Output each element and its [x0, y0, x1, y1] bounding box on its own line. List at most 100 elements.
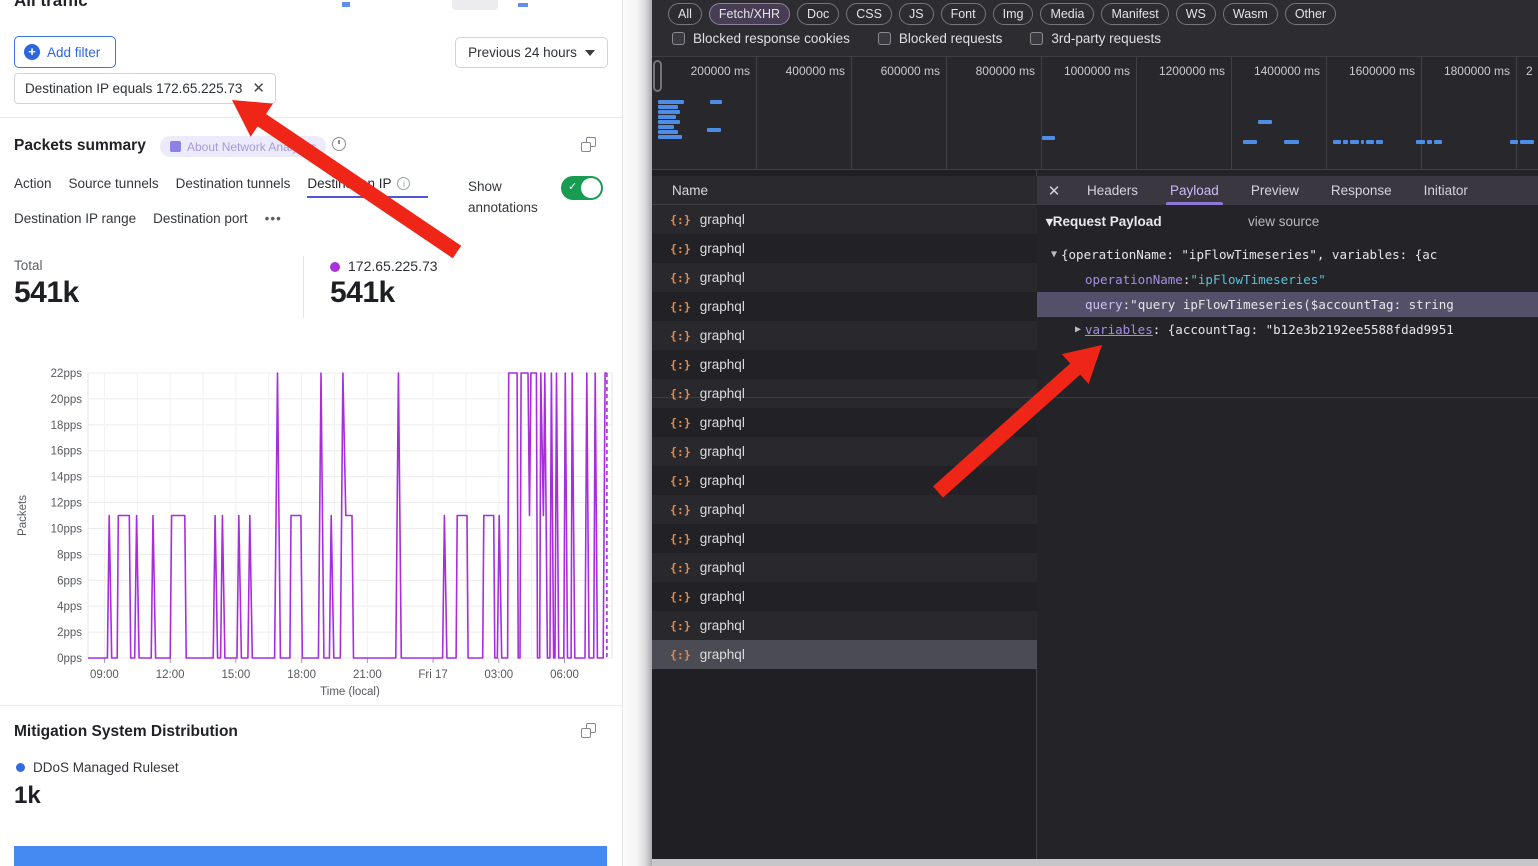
graphql-json-icon: {:}: [670, 503, 691, 517]
timeline-drag-handle[interactable]: [653, 60, 662, 92]
payload-token: query: [1085, 297, 1123, 312]
panel-gap-scroll-area: [622, 0, 652, 866]
expand-icon[interactable]: [581, 137, 596, 152]
checkbox-blocked-requests[interactable]: Blocked requests: [878, 31, 1003, 46]
filter-chip[interactable]: Destination IP equals 172.65.225.73 ✕: [14, 73, 276, 104]
graphql-json-icon: {:}: [670, 619, 691, 633]
checkbox-icon[interactable]: [1030, 32, 1043, 45]
request-row-graphql[interactable]: {:}graphql: [652, 234, 1037, 263]
request-row-graphql[interactable]: {:}graphql: [652, 263, 1037, 292]
request-name: graphql: [700, 386, 745, 401]
graphql-json-icon: {:}: [670, 358, 691, 372]
checkbox-label: 3rd-party requests: [1051, 31, 1161, 46]
detail-tab-headers[interactable]: Headers: [1071, 176, 1154, 205]
request-row-graphql[interactable]: {:}graphql: [652, 553, 1037, 582]
payload-line[interactable]: operationName: "ipFlowTimeseries": [1037, 267, 1538, 292]
expand-icon[interactable]: [581, 723, 596, 738]
request-row-graphql[interactable]: {:}graphql: [652, 437, 1037, 466]
mitigation-bar[interactable]: [14, 846, 607, 866]
tab-source-tunnels[interactable]: Source tunnels: [69, 176, 159, 198]
tab-destination-tunnels[interactable]: Destination tunnels: [176, 176, 291, 198]
request-row-graphql[interactable]: {:}graphql: [652, 582, 1037, 611]
tab-destination-ip[interactable]: Destination IPi: [307, 176, 410, 198]
expander-caret-icon[interactable]: ▼: [1047, 249, 1061, 260]
detail-tab-initiator[interactable]: Initiator: [1408, 176, 1484, 205]
request-payload-header[interactable]: ▾Request Payload: [1046, 214, 1162, 230]
request-row-graphql[interactable]: {:}graphql: [652, 495, 1037, 524]
graphql-json-icon: {:}: [670, 561, 691, 575]
chevron-down-icon: [585, 50, 595, 56]
request-timing-mark: [1350, 140, 1359, 144]
stat-total-value: 541k: [14, 276, 79, 310]
timeline-tick-label: 1800000 ms: [1444, 64, 1510, 78]
payload-line[interactable]: query: "query ipFlowTimeseries($accountT…: [1037, 292, 1538, 317]
tab-action[interactable]: Action: [14, 176, 52, 198]
filter-pill-all[interactable]: All: [668, 3, 702, 25]
request-list: Name {:}graphql{:}graphql{:}graphql{:}gr…: [652, 170, 1037, 866]
filter-pill-font[interactable]: Font: [941, 3, 986, 25]
view-source-link[interactable]: view source: [1248, 214, 1319, 229]
tab-destination-ip-range[interactable]: Destination IP range: [14, 211, 136, 233]
request-name: graphql: [700, 212, 745, 227]
filter-pill-fetch-xhr[interactable]: Fetch/XHR: [709, 3, 790, 25]
filter-pill-media[interactable]: Media: [1040, 3, 1094, 25]
svg-text:6pps: 6pps: [57, 575, 82, 587]
about-network-analytics-badge[interactable]: About Network Analytics: [160, 136, 326, 157]
request-row-graphql[interactable]: {:}graphql: [652, 205, 1037, 234]
add-filter-button[interactable]: + Add filter: [14, 36, 116, 68]
request-name: graphql: [700, 531, 745, 546]
graphql-json-icon: {:}: [670, 648, 691, 662]
request-timing-mark: [1243, 140, 1257, 144]
timeline-gridline: [1421, 57, 1422, 170]
request-row-graphql[interactable]: {:}graphql: [652, 640, 1037, 669]
request-name: graphql: [700, 328, 745, 343]
checkbox-3rd-party-requests[interactable]: 3rd-party requests: [1030, 31, 1161, 46]
checkbox-icon[interactable]: [878, 32, 891, 45]
request-row-graphql[interactable]: {:}graphql: [652, 350, 1037, 379]
request-timing-mark: [658, 105, 678, 109]
name-column-header[interactable]: Name: [652, 176, 1037, 205]
filter-pill-doc[interactable]: Doc: [797, 3, 839, 25]
stat-ip-label: 172.65.225.73: [348, 258, 438, 274]
filter-pill-img[interactable]: Img: [993, 3, 1034, 25]
svg-text:22pps: 22pps: [51, 368, 83, 380]
request-timing-mark: [1361, 140, 1364, 144]
detail-tab-payload[interactable]: Payload: [1154, 176, 1235, 205]
request-row-graphql[interactable]: {:}graphql: [652, 321, 1037, 350]
more-tabs-button[interactable]: •••: [265, 211, 282, 233]
close-icon[interactable]: ✕: [1037, 176, 1071, 205]
filter-pill-ws[interactable]: WS: [1176, 3, 1216, 25]
payload-line[interactable]: ▼{operationName: "ipFlowTimeseries", var…: [1037, 242, 1538, 267]
time-range-dropdown[interactable]: Previous 24 hours: [455, 37, 608, 68]
show-annotations-toggle[interactable]: ✓: [561, 176, 603, 200]
remove-filter-icon[interactable]: ✕: [252, 81, 265, 96]
network-overview-timeline[interactable]: 200000 ms400000 ms600000 ms800000 ms1000…: [652, 57, 1538, 170]
detail-tab-response[interactable]: Response: [1315, 176, 1408, 205]
request-row-graphql[interactable]: {:}graphql: [652, 466, 1037, 495]
timeline-tick-label: 400000 ms: [786, 64, 845, 78]
mitigation-legend: DDoS Managed Ruleset: [16, 760, 179, 775]
checkbox-blocked-response-cookies[interactable]: Blocked response cookies: [672, 31, 850, 46]
svg-text:0pps: 0pps: [57, 653, 82, 665]
filter-pill-other[interactable]: Other: [1285, 3, 1336, 25]
expander-caret-icon[interactable]: ▶: [1071, 324, 1085, 335]
time-range-label: Previous 24 hours: [468, 45, 577, 60]
detail-tab-preview[interactable]: Preview: [1235, 176, 1315, 205]
filter-pill-manifest[interactable]: Manifest: [1101, 3, 1168, 25]
svg-text:18:00: 18:00: [287, 669, 316, 681]
packets-timeseries-chart[interactable]: 22pps20pps18pps16pps14pps12pps10pps8pps6…: [14, 365, 624, 697]
filter-pill-js[interactable]: JS: [899, 3, 934, 25]
request-row-graphql[interactable]: {:}graphql: [652, 611, 1037, 640]
request-row-graphql[interactable]: {:}graphql: [652, 292, 1037, 321]
tab-destination-port[interactable]: Destination port: [153, 211, 248, 233]
request-row-graphql[interactable]: {:}graphql: [652, 524, 1037, 553]
filter-pill-wasm[interactable]: Wasm: [1223, 3, 1278, 25]
request-name: graphql: [700, 241, 745, 256]
filter-pill-css[interactable]: CSS: [846, 3, 892, 25]
request-row-graphql[interactable]: {:}graphql: [652, 379, 1037, 408]
timeline-gridline: [1231, 57, 1232, 170]
checkbox-icon[interactable]: [672, 32, 685, 45]
add-filter-label: Add filter: [47, 45, 100, 60]
request-row-graphql[interactable]: {:}graphql: [652, 408, 1037, 437]
payload-line[interactable]: ▶variables: {accountTag: "b12e3b2192ee55…: [1037, 317, 1538, 342]
